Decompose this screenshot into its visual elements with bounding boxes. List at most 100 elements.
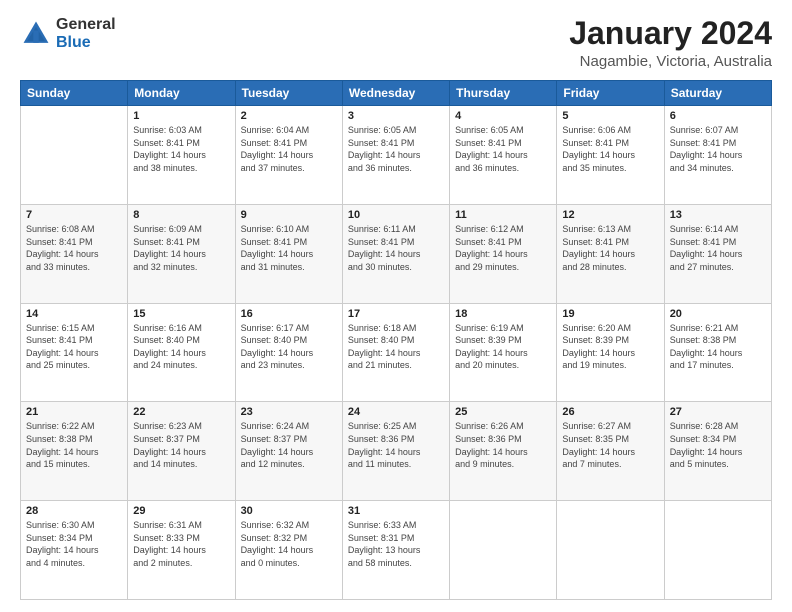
- calendar-header-saturday: Saturday: [664, 81, 771, 106]
- calendar-cell: 9Sunrise: 6:10 AM Sunset: 8:41 PM Daylig…: [235, 204, 342, 303]
- logo: General Blue: [20, 16, 116, 51]
- calendar-cell: 19 Sunrise: 6:20 AM Sunset: 8:39 PM Dayli…: [557, 303, 664, 402]
- day-info: Sunrise: 6:24 AM Sunset: 8:37 PM Dayligh…: [241, 420, 337, 470]
- day-number: 20: [670, 308, 766, 320]
- day-number: 6: [670, 110, 766, 122]
- day-info: Sunrise: 6:10 AM Sunset: 8:41 PM Dayligh…: [241, 223, 337, 273]
- calendar-header-row: SundayMondayTuesdayWednesdayThursdayFrid…: [21, 81, 772, 106]
- day-info: Sunrise: 6:20 AM Sunset: 8:39 PM Dayligh…: [562, 322, 658, 372]
- day-number: 25: [455, 406, 551, 418]
- day-info: Sunrise: 6:28 AM Sunset: 8:34 PM Dayligh…: [670, 420, 766, 470]
- day-info: Sunrise: 6:05 AM Sunset: 8:41 PM Dayligh…: [455, 124, 551, 174]
- calendar-cell: 30 Sunrise: 6:32 AM Sunset: 8:32 PM Dayli…: [235, 501, 342, 600]
- day-info: Sunrise: 6:04 AM Sunset: 8:41 PM Dayligh…: [241, 124, 337, 174]
- calendar-header-sunday: Sunday: [21, 81, 128, 106]
- calendar-header-wednesday: Wednesday: [342, 81, 449, 106]
- header: General Blue January 2024 Nagambie, Vict…: [20, 16, 772, 70]
- calendar-cell: 21 Sunrise: 6:22 AM Sunset: 8:38 PM Dayli…: [21, 402, 128, 501]
- calendar-week-3: 14 Sunrise: 6:15 AM Sunset: 8:41 PM Dayli…: [21, 303, 772, 402]
- calendar-cell: 17 Sunrise: 6:18 AM Sunset: 8:40 PM Dayli…: [342, 303, 449, 402]
- day-number: 10: [348, 209, 444, 221]
- calendar-cell: 4 Sunrise: 6:05 AM Sunset: 8:41 PM Daylig…: [450, 106, 557, 205]
- day-number: 8: [133, 209, 229, 221]
- calendar-cell: 27 Sunrise: 6:28 AM Sunset: 8:34 PM Dayli…: [664, 402, 771, 501]
- day-number: 4: [455, 110, 551, 122]
- calendar-week-5: 28 Sunrise: 6:30 AM Sunset: 8:34 PM Dayli…: [21, 501, 772, 600]
- calendar-cell: 2 Sunrise: 6:04 AM Sunset: 8:41 PM Daylig…: [235, 106, 342, 205]
- calendar-cell: 15 Sunrise: 6:16 AM Sunset: 8:40 PM Dayli…: [128, 303, 235, 402]
- day-info: Sunrise: 6:23 AM Sunset: 8:37 PM Dayligh…: [133, 420, 229, 470]
- calendar-week-1: 1 Sunrise: 6:03 AM Sunset: 8:41 PM Daylig…: [21, 106, 772, 205]
- calendar-week-2: 7 Sunrise: 6:08 AM Sunset: 8:41 PM Daylig…: [21, 204, 772, 303]
- day-number: 7: [26, 209, 122, 221]
- day-number: 2: [241, 110, 337, 122]
- day-info: Sunrise: 6:17 AM Sunset: 8:40 PM Dayligh…: [241, 322, 337, 372]
- day-number: 11: [455, 209, 551, 221]
- calendar-cell: 7 Sunrise: 6:08 AM Sunset: 8:41 PM Daylig…: [21, 204, 128, 303]
- title-block: January 2024 Nagambie, Victoria, Austral…: [569, 16, 772, 70]
- calendar-cell: 14 Sunrise: 6:15 AM Sunset: 8:41 PM Dayli…: [21, 303, 128, 402]
- day-number: 3: [348, 110, 444, 122]
- day-info: Sunrise: 6:32 AM Sunset: 8:32 PM Dayligh…: [241, 519, 337, 569]
- day-info: Sunrise: 6:08 AM Sunset: 8:41 PM Dayligh…: [26, 223, 122, 273]
- main-title: January 2024: [569, 16, 772, 51]
- calendar-cell: [450, 501, 557, 600]
- day-info: Sunrise: 6:33 AM Sunset: 8:31 PM Dayligh…: [348, 519, 444, 569]
- calendar-cell: 24Sunrise: 6:25 AM Sunset: 8:36 PM Dayli…: [342, 402, 449, 501]
- day-number: 28: [26, 505, 122, 517]
- day-number: 27: [670, 406, 766, 418]
- day-number: 15: [133, 308, 229, 320]
- calendar-header-friday: Friday: [557, 81, 664, 106]
- calendar-cell: 31 Sunrise: 6:33 AM Sunset: 8:31 PM Dayli…: [342, 501, 449, 600]
- day-number: 17: [348, 308, 444, 320]
- day-info: Sunrise: 6:18 AM Sunset: 8:40 PM Dayligh…: [348, 322, 444, 372]
- day-number: 5: [562, 110, 658, 122]
- day-info: Sunrise: 6:16 AM Sunset: 8:40 PM Dayligh…: [133, 322, 229, 372]
- day-info: Sunrise: 6:03 AM Sunset: 8:41 PM Dayligh…: [133, 124, 229, 174]
- day-info: Sunrise: 6:15 AM Sunset: 8:41 PM Dayligh…: [26, 322, 122, 372]
- logo-blue: Blue: [56, 34, 116, 52]
- calendar-cell: 22 Sunrise: 6:23 AM Sunset: 8:37 PM Dayli…: [128, 402, 235, 501]
- calendar-cell: 18Sunrise: 6:19 AM Sunset: 8:39 PM Dayli…: [450, 303, 557, 402]
- logo-icon: [20, 18, 52, 50]
- day-number: 14: [26, 308, 122, 320]
- day-number: 22: [133, 406, 229, 418]
- day-info: Sunrise: 6:31 AM Sunset: 8:33 PM Dayligh…: [133, 519, 229, 569]
- day-number: 16: [241, 308, 337, 320]
- calendar-cell: 23 Sunrise: 6:24 AM Sunset: 8:37 PM Dayli…: [235, 402, 342, 501]
- day-number: 31: [348, 505, 444, 517]
- day-info: Sunrise: 6:27 AM Sunset: 8:35 PM Dayligh…: [562, 420, 658, 470]
- day-info: Sunrise: 6:30 AM Sunset: 8:34 PM Dayligh…: [26, 519, 122, 569]
- calendar-week-4: 21 Sunrise: 6:22 AM Sunset: 8:38 PM Dayli…: [21, 402, 772, 501]
- day-info: Sunrise: 6:11 AM Sunset: 8:41 PM Dayligh…: [348, 223, 444, 273]
- day-info: Sunrise: 6:22 AM Sunset: 8:38 PM Dayligh…: [26, 420, 122, 470]
- day-number: 23: [241, 406, 337, 418]
- calendar-cell: 3Sunrise: 6:05 AM Sunset: 8:41 PM Daylig…: [342, 106, 449, 205]
- day-info: Sunrise: 6:06 AM Sunset: 8:41 PM Dayligh…: [562, 124, 658, 174]
- calendar-cell: 16 Sunrise: 6:17 AM Sunset: 8:40 PM Dayli…: [235, 303, 342, 402]
- day-info: Sunrise: 6:13 AM Sunset: 8:41 PM Dayligh…: [562, 223, 658, 273]
- calendar-cell: 10 Sunrise: 6:11 AM Sunset: 8:41 PM Dayli…: [342, 204, 449, 303]
- day-number: 21: [26, 406, 122, 418]
- calendar-cell: 8 Sunrise: 6:09 AM Sunset: 8:41 PM Daylig…: [128, 204, 235, 303]
- day-info: Sunrise: 6:09 AM Sunset: 8:41 PM Dayligh…: [133, 223, 229, 273]
- calendar-header-tuesday: Tuesday: [235, 81, 342, 106]
- day-info: Sunrise: 6:25 AM Sunset: 8:36 PM Dayligh…: [348, 420, 444, 470]
- day-number: 30: [241, 505, 337, 517]
- day-number: 29: [133, 505, 229, 517]
- calendar-cell: [557, 501, 664, 600]
- day-info: Sunrise: 6:26 AM Sunset: 8:36 PM Dayligh…: [455, 420, 551, 470]
- calendar-cell: 28 Sunrise: 6:30 AM Sunset: 8:34 PM Dayli…: [21, 501, 128, 600]
- day-number: 18: [455, 308, 551, 320]
- day-number: 1: [133, 110, 229, 122]
- day-info: Sunrise: 6:14 AM Sunset: 8:41 PM Dayligh…: [670, 223, 766, 273]
- day-number: 12: [562, 209, 658, 221]
- subtitle: Nagambie, Victoria, Australia: [569, 53, 772, 70]
- logo-general: General: [56, 16, 116, 34]
- day-number: 19: [562, 308, 658, 320]
- calendar-cell: 29 Sunrise: 6:31 AM Sunset: 8:33 PM Dayli…: [128, 501, 235, 600]
- calendar-cell: 25 Sunrise: 6:26 AM Sunset: 8:36 PM Dayli…: [450, 402, 557, 501]
- calendar-cell: 11Sunrise: 6:12 AM Sunset: 8:41 PM Dayli…: [450, 204, 557, 303]
- calendar-table: SundayMondayTuesdayWednesdayThursdayFrid…: [20, 80, 772, 600]
- calendar-cell: 5 Sunrise: 6:06 AM Sunset: 8:41 PM Daylig…: [557, 106, 664, 205]
